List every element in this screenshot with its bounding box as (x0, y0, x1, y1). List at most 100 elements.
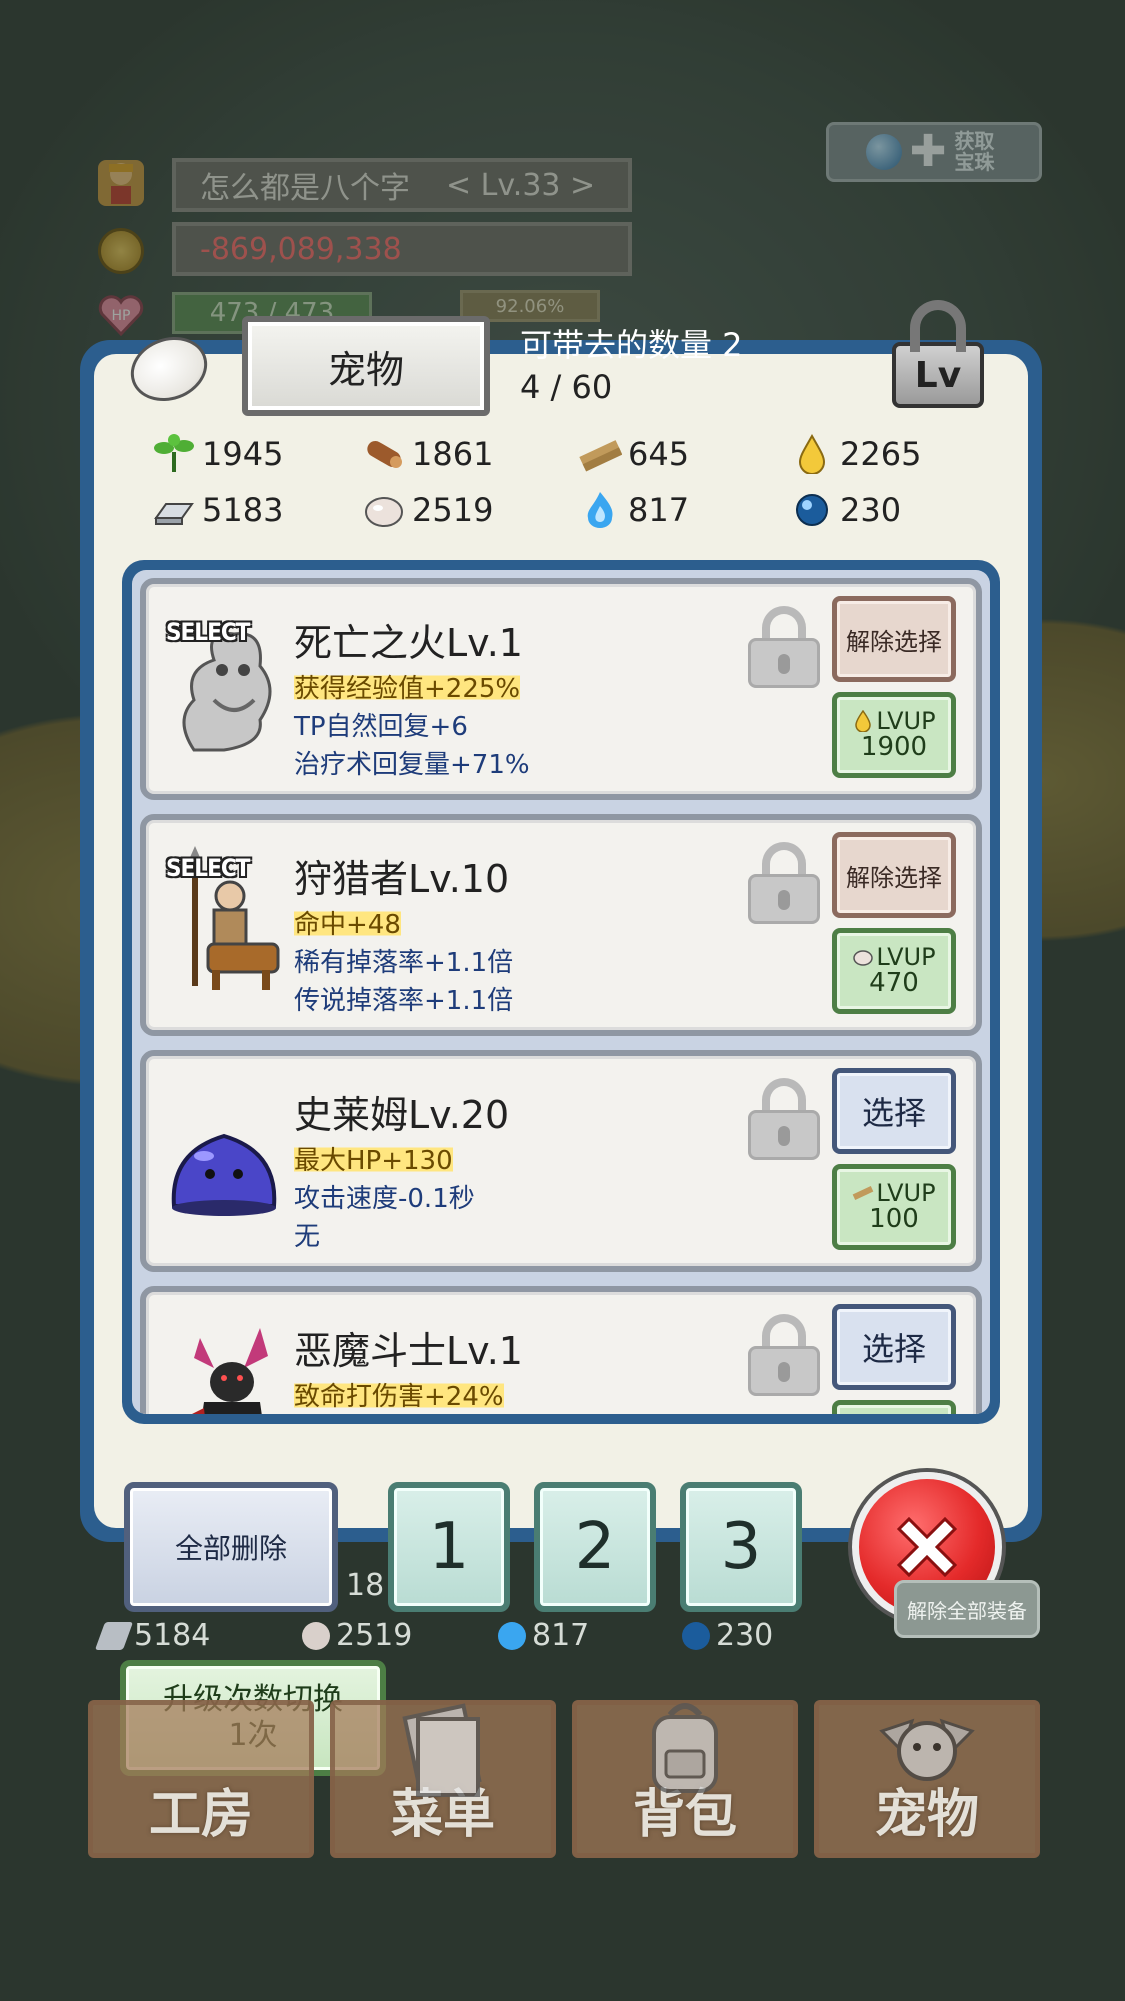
selected-tag: SELECT (166, 618, 250, 646)
pet-count: 4 / 60 (520, 368, 613, 406)
pet-card[interactable]: SELECT 狩猎者Lv.10 命中+48 稀有掉落率+1.1倍 传说掉落率+1… (140, 814, 982, 1036)
lvup-cost: 470 (869, 967, 919, 998)
lvup-cost: 1900 (860, 731, 928, 762)
blue-orb-icon (682, 1621, 710, 1650)
pet-list[interactable]: SELECT 死亡之火Lv.1 获得经验值+225% TP自然回复+6 治疗术回… (132, 570, 990, 1414)
nav-tab-pet[interactable]: 宠物 (814, 1700, 1040, 1858)
stone-icon (302, 1621, 330, 1650)
resource-value: 18 (346, 1568, 385, 1603)
blue-orb-icon (796, 494, 828, 526)
resource-wood: 1861 (362, 434, 493, 474)
resource-plank: 645 (578, 434, 689, 474)
lvup-button[interactable]: LVUP 470 (832, 928, 956, 1014)
nav-label: 工房 (148, 1785, 253, 1845)
resource-value: 5184 (134, 1618, 211, 1653)
pet-lock-toggle[interactable] (748, 842, 820, 924)
resource-value: 817 (532, 1618, 590, 1653)
resource-value: 230 (716, 1618, 774, 1653)
pet-card[interactable]: SELECT 死亡之火Lv.1 获得经验值+225% TP自然回复+6 治疗术回… (140, 578, 982, 800)
slime-pet-sprite (171, 1133, 277, 1216)
herb-icon (154, 434, 194, 472)
close-icon (896, 1516, 958, 1578)
pet-effect: 无 (294, 1222, 321, 1252)
pet-effect-primary: 获得经验值+225% (294, 668, 521, 705)
pet-list-frame: SELECT 死亡之火Lv.1 获得经验值+225% TP自然回复+6 治疗术回… (122, 560, 1000, 1424)
unequip-all-button[interactable]: 解除全部装备 (894, 1580, 1040, 1638)
menu-book-icon (402, 1703, 482, 1797)
lower-resource-orb: 230 (682, 1618, 773, 1653)
pet-name: 死亡之火Lv.1 (294, 621, 523, 665)
resource-stone: 2519 (362, 490, 493, 530)
pet-lock-toggle[interactable] (748, 606, 820, 688)
resource-value: 1945 (202, 435, 284, 473)
lvup-label: LVUP (876, 942, 936, 971)
resource-iron: 5183 (152, 490, 283, 530)
resource-herb: 1945 (152, 434, 283, 474)
oil-drop-icon (855, 710, 872, 733)
lv-lock-button[interactable]: Lv (888, 300, 988, 408)
select-button[interactable]: 选择 (832, 1304, 956, 1390)
pet-card[interactable]: 恶魔斗士Lv.1 致命打伤害+24% 选择 (140, 1286, 982, 1414)
demon-fighter-pet-sprite (192, 1328, 268, 1414)
lower-resource-flame: 817 (498, 1618, 589, 1653)
pet-lock-toggle[interactable] (748, 1314, 820, 1396)
deselect-button[interactable]: 解除选择 (832, 832, 956, 918)
pet-name: 史莱姆Lv.20 (294, 1093, 510, 1137)
pet-name: 恶魔斗士Lv.1 (294, 1329, 523, 1373)
iron-ingot-icon (154, 503, 194, 525)
resource-value: 645 (628, 435, 690, 473)
stone-icon (853, 950, 874, 967)
oil-drop-icon (798, 434, 826, 474)
nav-tab-bag[interactable]: 背包 (572, 1700, 798, 1858)
pet-card[interactable]: 史莱姆Lv.20 最大HP+130 攻击速度-0.1秒 无 选择 LVUP 10… (140, 1050, 982, 1272)
pet-panel-title: 宠物 (242, 316, 490, 416)
blue-flame-icon (498, 1621, 526, 1650)
deselect-button[interactable]: 解除选择 (832, 596, 956, 682)
lvup-button[interactable] (832, 1400, 956, 1414)
resource-orb: 230 (790, 490, 901, 530)
resource-flame: 817 (578, 490, 689, 530)
lvup-button[interactable]: LVUP 100 (832, 1164, 956, 1250)
pet-effect: 传说掉落率+1.1倍 (294, 986, 514, 1016)
resource-value: 817 (628, 491, 690, 529)
preset-1-button[interactable]: 1 (388, 1482, 510, 1612)
resource-value: 1861 (412, 435, 494, 473)
lvup-label: LVUP (876, 1178, 936, 1207)
resource-partial: 18 (346, 1568, 384, 1603)
blue-flame-icon (587, 492, 613, 528)
pet-lock-toggle[interactable] (748, 1078, 820, 1160)
stone-icon (365, 497, 403, 527)
pet-effect-primary: 最大HP+130 (294, 1140, 453, 1177)
pet-effect-primary: 命中+48 (294, 904, 401, 941)
pet-effect-primary: 致命打伤害+24% (294, 1376, 504, 1413)
pet-effect: 治疗术回复量+71% (294, 750, 530, 780)
select-button[interactable]: 选择 (832, 1068, 956, 1154)
pet-effect: 稀有掉落率+1.1倍 (294, 948, 514, 978)
preset-3-button[interactable]: 3 (680, 1482, 802, 1612)
selected-tag: SELECT (166, 854, 250, 882)
lvup-button[interactable]: LVUP 1900 (832, 692, 956, 778)
carry-limit-label: 可带去的数量 2 (520, 326, 743, 364)
pet-dragon-icon (879, 1718, 975, 1781)
backpack-icon (652, 1703, 718, 1793)
resource-value: 5183 (202, 491, 284, 529)
nav-tab-menu[interactable]: 菜单 (330, 1700, 556, 1858)
resource-oil: 2265 (790, 434, 921, 474)
nav-tab-workshop[interactable]: 工房 (88, 1700, 314, 1858)
lower-resource-stone: 2519 (302, 1618, 412, 1653)
resource-value: 2519 (412, 491, 494, 529)
delete-all-button[interactable]: 全部删除 (124, 1482, 338, 1612)
resource-value: 230 (840, 491, 902, 529)
pet-name: 狩猎者Lv.10 (294, 857, 510, 901)
lvup-cost: 100 (869, 1203, 919, 1234)
plank-icon (853, 1186, 874, 1201)
resource-value: 2519 (336, 1618, 413, 1653)
pet-effect: 攻击速度-0.1秒 (294, 1184, 475, 1214)
pet-effect: TP自然回复+6 (294, 712, 468, 742)
lvup-label: LVUP (876, 706, 936, 735)
preset-2-button[interactable]: 2 (534, 1482, 656, 1612)
wood-log-icon (367, 441, 402, 468)
plank-icon (579, 440, 622, 472)
resource-value: 2265 (840, 435, 922, 473)
lower-resource-iron: 5184 (94, 1618, 211, 1653)
